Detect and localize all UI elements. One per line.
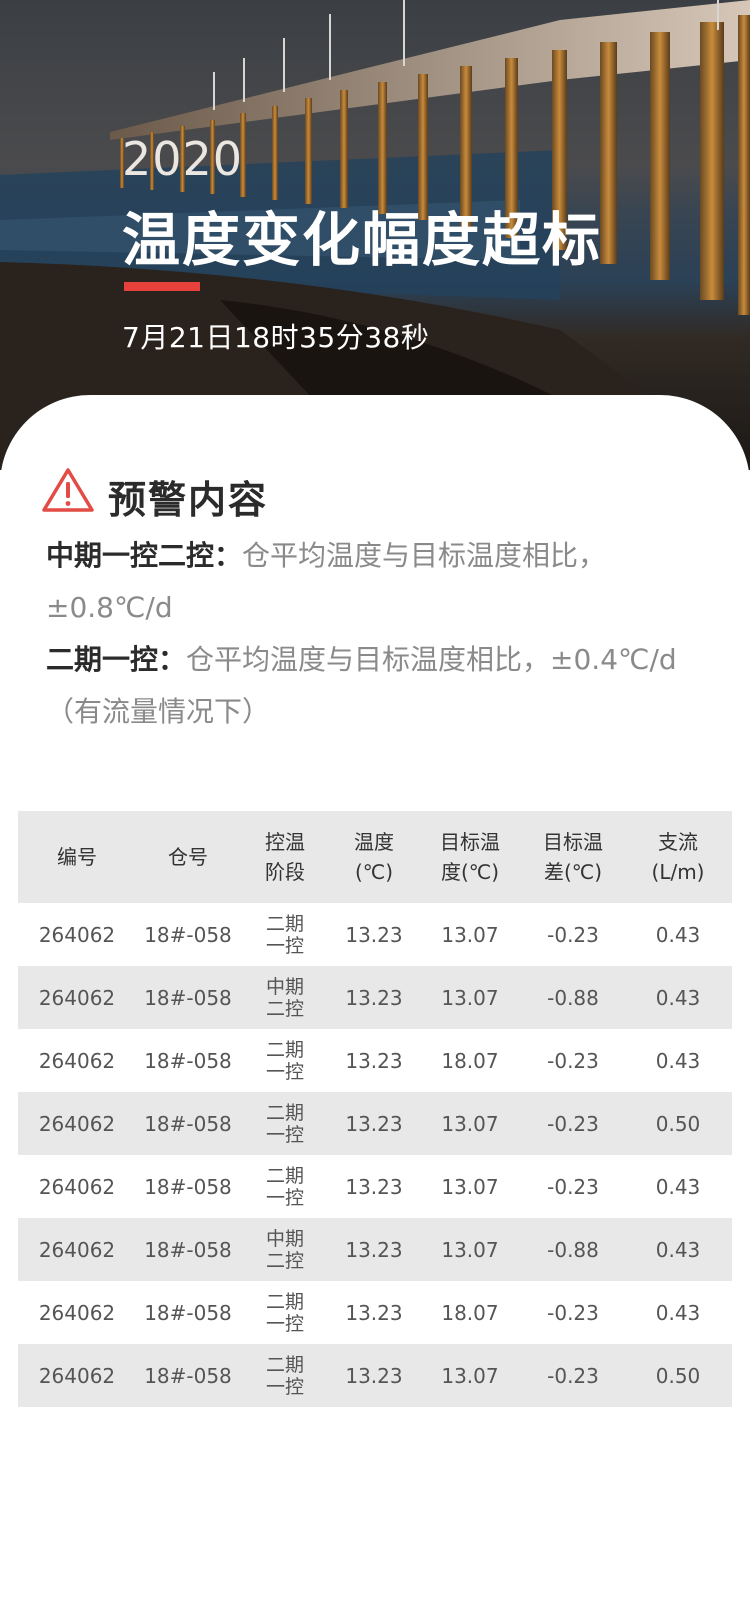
header-temp: 温度(℃) <box>354 830 394 884</box>
cell-flow: 0.43 <box>655 1300 701 1325</box>
cell-bin: 18#-058 <box>144 985 232 1010</box>
header-flow: 支流(L/m) <box>651 830 705 884</box>
cell-id: 264062 <box>38 1363 116 1388</box>
table-header-row: 编号 仓号 控温阶段 温度(℃) 目标温度(℃) 目标温差(℃) 支流(L/m) <box>18 811 732 903</box>
cell-temp: 13.23 <box>345 1300 403 1325</box>
cell-flow: 0.43 <box>655 922 701 947</box>
cell-diff: -0.88 <box>547 985 599 1010</box>
warning-rule: 二期一控：仓平均温度与目标温度相比，±0.4℃/d（有流量情况下） <box>46 634 726 738</box>
cell-flow: 0.43 <box>655 1237 701 1262</box>
cell-flow: 0.50 <box>655 1363 701 1388</box>
table-row: 264062 18#-058 中期二控 13.23 13.07 -0.88 0.… <box>18 966 732 1029</box>
table-row: 264062 18#-058 二期一控 13.23 13.07 -0.23 0.… <box>18 903 732 966</box>
cell-temp: 13.23 <box>345 1237 403 1262</box>
cell-target: 13.07 <box>441 1174 499 1199</box>
cell-diff: -0.23 <box>547 1048 599 1073</box>
rule-label: 二期一控： <box>46 643 187 676</box>
hero-year: 2020 <box>122 132 244 186</box>
cell-id: 264062 <box>38 1300 116 1325</box>
cell-stage: 二期一控 <box>265 1038 304 1083</box>
alert-timestamp: 7月21日18时35分38秒 <box>122 321 430 354</box>
cell-stage: 二期一控 <box>265 1164 304 1209</box>
cell-stage: 二期一控 <box>265 1353 304 1398</box>
rule-label: 中期一控二控： <box>46 539 243 572</box>
cell-id: 264062 <box>38 1237 116 1262</box>
cell-stage: 二期一控 <box>265 912 304 957</box>
cell-id: 264062 <box>38 1048 116 1073</box>
cell-flow: 0.50 <box>655 1111 701 1136</box>
table-row: 264062 18#-058 二期一控 13.23 13.07 -0.23 0.… <box>18 1092 732 1155</box>
cell-diff: -0.23 <box>547 922 599 947</box>
cell-target: 13.07 <box>441 922 499 947</box>
cell-diff: -0.23 <box>547 1363 599 1388</box>
cell-stage: 中期二控 <box>265 1227 304 1272</box>
cell-target: 13.07 <box>441 1363 499 1388</box>
cell-target: 18.07 <box>441 1300 499 1325</box>
warning-title: 预警内容 <box>108 478 269 522</box>
cell-target: 13.07 <box>441 985 499 1010</box>
cell-stage: 中期二控 <box>265 975 304 1020</box>
cell-diff: -0.23 <box>547 1111 599 1136</box>
cell-bin: 18#-058 <box>144 1237 232 1262</box>
cell-bin: 18#-058 <box>144 922 232 947</box>
cell-temp: 13.23 <box>345 1363 403 1388</box>
cell-temp: 13.23 <box>345 1111 403 1136</box>
cell-bin: 18#-058 <box>144 1111 232 1136</box>
cell-temp: 13.23 <box>345 1048 403 1073</box>
header-target-diff: 目标温差(℃) <box>543 830 603 884</box>
cell-stage: 二期一控 <box>265 1290 304 1335</box>
table-row: 264062 18#-058 中期二控 13.23 13.07 -0.88 0.… <box>18 1218 732 1281</box>
table-row: 264062 18#-058 二期一控 13.23 13.07 -0.23 0.… <box>18 1155 732 1218</box>
warning-triangle-icon <box>42 468 94 512</box>
table-row: 264062 18#-058 二期一控 13.23 13.07 -0.23 0.… <box>18 1344 732 1407</box>
cell-id: 264062 <box>38 1111 116 1136</box>
cell-bin: 18#-058 <box>144 1174 232 1199</box>
header-target-temp: 目标温度(℃) <box>440 830 500 884</box>
header-bin: 仓号 <box>168 845 208 869</box>
cell-target: 18.07 <box>441 1048 499 1073</box>
cell-id: 264062 <box>38 922 116 947</box>
cell-flow: 0.43 <box>655 1174 701 1199</box>
cell-bin: 18#-058 <box>144 1363 232 1388</box>
cell-id: 264062 <box>38 1174 116 1199</box>
table-row: 264062 18#-058 二期一控 13.23 18.07 -0.23 0.… <box>18 1029 732 1092</box>
cell-flow: 0.43 <box>655 1048 701 1073</box>
hero-title: 温度变化幅度超标 <box>122 206 603 274</box>
cell-bin: 18#-058 <box>144 1300 232 1325</box>
cell-stage: 二期一控 <box>265 1101 304 1146</box>
cell-target: 13.07 <box>441 1111 499 1136</box>
content-card: 预警内容 中期一控二控：仓平均温度与目标温度相比，±0.8℃/d 二期一控：仓平… <box>0 395 750 1624</box>
cell-temp: 13.23 <box>345 985 403 1010</box>
alert-data-table: 编号 仓号 控温阶段 温度(℃) 目标温度(℃) 目标温差(℃) 支流(L/m)… <box>18 811 732 1407</box>
cell-temp: 13.23 <box>345 922 403 947</box>
warning-rule: 中期一控二控：仓平均温度与目标温度相比，±0.8℃/d <box>46 530 726 634</box>
cell-diff: -0.23 <box>547 1300 599 1325</box>
cell-diff: -0.88 <box>547 1237 599 1262</box>
cell-diff: -0.23 <box>547 1174 599 1199</box>
cell-temp: 13.23 <box>345 1174 403 1199</box>
header-stage: 控温阶段 <box>265 830 305 884</box>
header-id: 编号 <box>57 845 97 869</box>
cell-bin: 18#-058 <box>144 1048 232 1073</box>
cell-flow: 0.43 <box>655 985 701 1010</box>
table-row: 264062 18#-058 二期一控 13.23 18.07 -0.23 0.… <box>18 1281 732 1344</box>
title-accent-bar <box>124 282 200 291</box>
cell-target: 13.07 <box>441 1237 499 1262</box>
cell-id: 264062 <box>38 985 116 1010</box>
